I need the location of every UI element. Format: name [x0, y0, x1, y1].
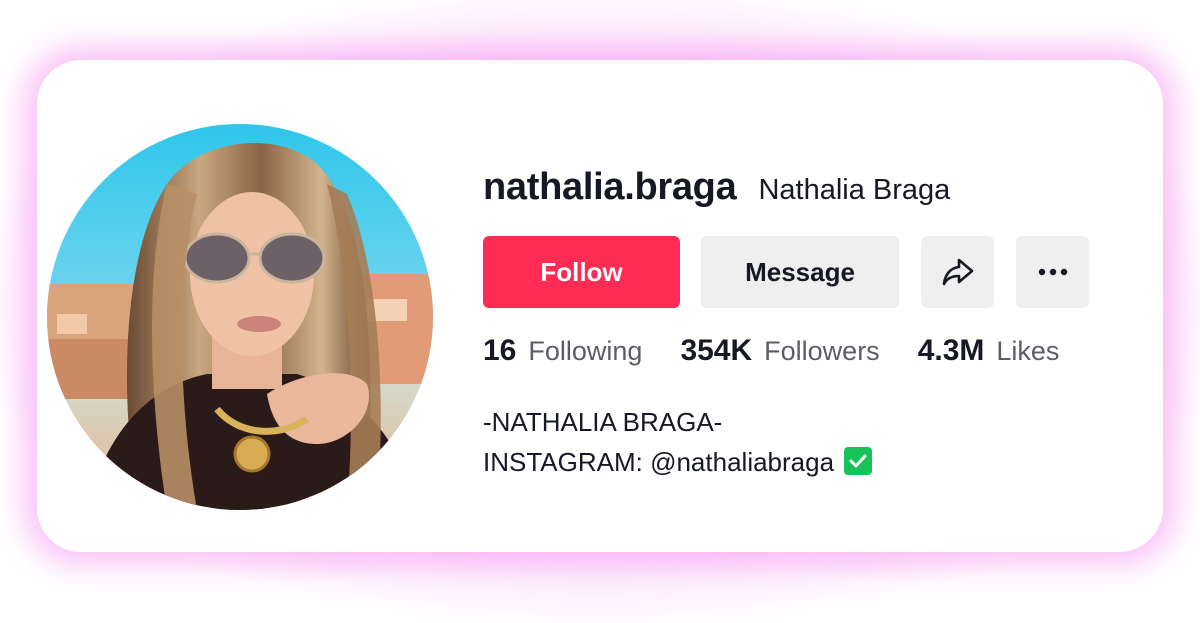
action-buttons: Follow Message — [483, 236, 1089, 308]
follow-button[interactable]: Follow — [483, 236, 680, 308]
more-options-button[interactable] — [1016, 236, 1089, 308]
stat-label: Followers — [764, 336, 880, 366]
check-mark-icon — [844, 447, 873, 475]
message-button[interactable]: Message — [701, 236, 899, 308]
stat-label: Following — [528, 336, 643, 366]
stat-likes: 4.3M Likes — [918, 334, 1060, 368]
stat-label: Likes — [996, 336, 1060, 366]
bio-line-1: -NATHALIA BRAGA- — [483, 407, 723, 437]
name-row: nathalia.braga Nathalia Braga — [483, 166, 1143, 214]
display-name: Nathalia Braga — [758, 174, 951, 206]
bio-line-2: INSTAGRAM: @nathaliabraga — [483, 442, 873, 482]
stats-row: 16 Following 354K Followers 4.3M Likes — [483, 334, 1097, 368]
stat-followers[interactable]: 354K Followers — [680, 334, 879, 368]
stat-value: 4.3M — [917, 334, 985, 367]
avatar[interactable] — [47, 124, 433, 510]
avatar-photo — [47, 124, 433, 510]
share-button[interactable] — [921, 236, 994, 308]
bio-instagram-text: INSTAGRAM: @nathaliabraga — [483, 447, 835, 477]
profile-card: nathalia.braga Nathalia Braga Follow Mes… — [37, 60, 1163, 552]
bio: -NATHALIA BRAGA- INSTAGRAM: @nathaliabra… — [483, 402, 873, 482]
share-icon — [942, 258, 973, 286]
username: nathalia.braga — [483, 166, 737, 208]
stat-value: 16 — [483, 334, 517, 367]
stat-value: 354K — [680, 334, 753, 367]
stat-following[interactable]: 16 Following — [483, 334, 642, 368]
more-icon — [1038, 268, 1067, 276]
profile-info: nathalia.braga Nathalia Braga Follow Mes… — [483, 166, 1143, 477]
